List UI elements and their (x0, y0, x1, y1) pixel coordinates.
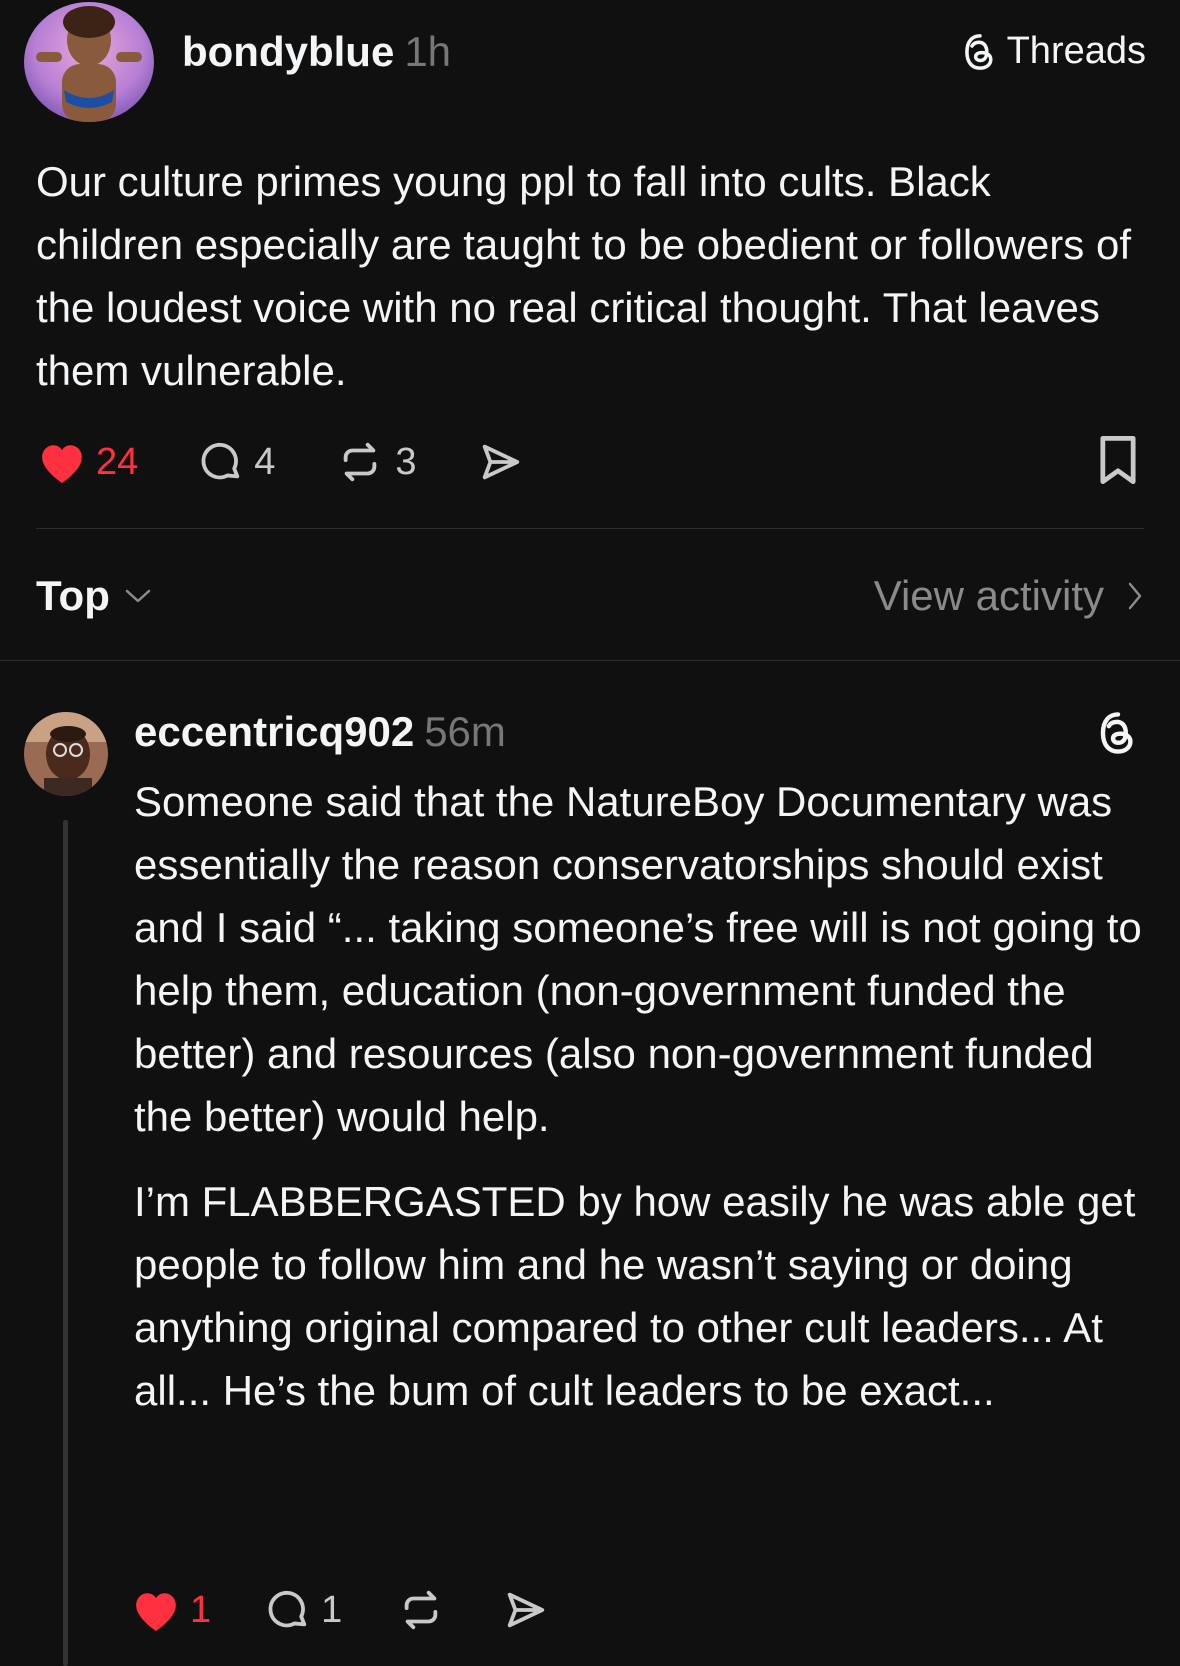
view-activity-label: View activity (873, 572, 1104, 619)
comment-icon (268, 1590, 307, 1628)
avatar[interactable] (24, 2, 154, 122)
sort-label: Top (36, 572, 110, 619)
chevron-down-icon (125, 589, 151, 603)
comment-button[interactable]: 1 (263, 1587, 342, 1633)
thread-line (63, 820, 68, 1666)
share-icon (508, 1592, 545, 1628)
sort-dropdown[interactable]: Top (36, 572, 152, 620)
divider (36, 528, 1144, 529)
threads-link[interactable] (1096, 710, 1140, 761)
view-activity-link[interactable]: View activity (874, 572, 1144, 620)
comment-count: 1 (321, 1588, 343, 1631)
repost-button[interactable] (394, 1587, 448, 1633)
comment-button[interactable]: 4 (196, 439, 275, 485)
bookmark-icon (1100, 435, 1136, 485)
comment-icon (201, 442, 240, 480)
bookmark-button[interactable] (1096, 434, 1140, 491)
section-divider (0, 660, 1180, 661)
post-actions: 24 4 3 (36, 434, 583, 490)
share-button[interactable] (500, 1587, 550, 1633)
threads-badge[interactable]: Threads (961, 30, 1146, 73)
reply-paragraph: I’m FLABBERGASTED by how easily he was a… (134, 1178, 1136, 1414)
reply-paragraph: Someone said that the NatureBoy Document… (134, 778, 1142, 1140)
sort-bar: Top View activity (36, 568, 1144, 624)
reply-author-name[interactable]: eccentricq902 (134, 708, 414, 755)
reply-time: 56m (424, 708, 506, 755)
like-count: 24 (96, 440, 139, 483)
threads-badge-label: Threads (1006, 30, 1146, 72)
share-button[interactable] (475, 439, 525, 485)
repost-icon (344, 442, 377, 482)
heart-icon (42, 445, 82, 483)
post-time: 1h (404, 28, 452, 75)
post-text: Our culture primes young ppl to fall int… (36, 158, 1131, 394)
repost-icon (404, 1590, 438, 1630)
like-button[interactable]: 24 (36, 439, 138, 485)
repost-count: 3 (395, 440, 417, 483)
threads-logo-icon (1100, 712, 1133, 754)
chevron-right-icon (1128, 582, 1142, 610)
share-icon (482, 444, 519, 480)
post-header: bondyblue 1h Threads (0, 0, 1180, 130)
threads-logo-icon (964, 33, 993, 70)
reply-avatar[interactable] (24, 712, 108, 796)
heart-icon (136, 1593, 176, 1631)
repost-button[interactable]: 3 (333, 439, 417, 485)
reply-text: Someone said that the NatureBoy Document… (134, 770, 1154, 1444)
post-author[interactable]: bondyblue 1h (182, 28, 451, 76)
reply-actions: 1 1 (130, 1582, 608, 1638)
reply-author[interactable]: eccentricq902 56m (134, 708, 506, 756)
comment-count: 4 (254, 440, 276, 483)
like-button[interactable]: 1 (130, 1587, 211, 1633)
like-count: 1 (190, 1588, 212, 1631)
author-name[interactable]: bondyblue (182, 28, 394, 75)
